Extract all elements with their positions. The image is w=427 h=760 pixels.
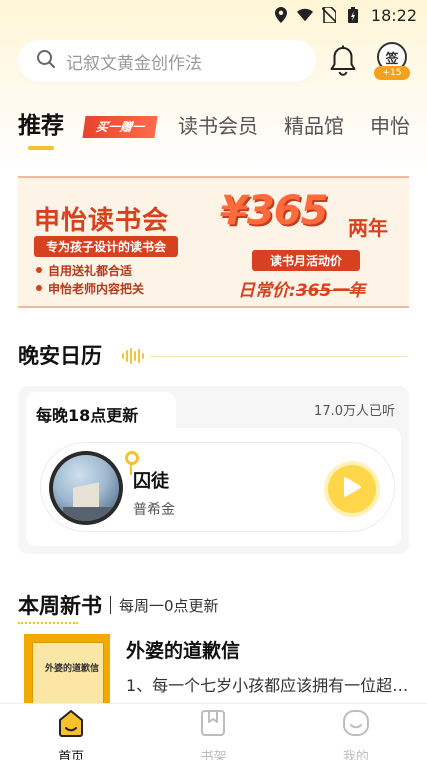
checkin-button[interactable]: 签 +15 — [374, 42, 410, 80]
location-icon — [273, 7, 289, 23]
nav-home[interactable]: 首页 — [0, 704, 142, 760]
no-sim-icon — [321, 7, 337, 23]
banner-bullet: 申怡老师内容把关 — [35, 282, 145, 296]
search-placeholder: 记叙文黄金创作法 — [66, 53, 202, 74]
nav-bookshelf-label: 书架 — [200, 750, 227, 760]
nav-bookshelf[interactable]: 书架 — [142, 704, 284, 760]
listen-count: 17.0万人已听 — [314, 404, 395, 419]
promo-banner[interactable]: 申怡读书会 专为孩子设计的读书会 自用送礼都合适 申怡老师内容把关 ¥365 两… — [18, 176, 409, 308]
tab-premium[interactable]: 精品馆 — [284, 108, 344, 144]
new-books-subtitle: 每周一0点更新 — [119, 596, 219, 615]
bottom-navigation: 首页 书架 我的 — [0, 703, 427, 760]
book-description: 1、每一个七岁小孩都应该拥有一位超级外婆 — [126, 676, 410, 695]
tab-buy-one-get-one[interactable]: 买一赠一 — [82, 116, 158, 138]
search-icon — [36, 49, 56, 73]
banner-title: 申怡读书会 — [34, 206, 170, 236]
title-divider — [110, 596, 111, 614]
status-bar: 18:22 — [0, 0, 427, 30]
track-title: 囚徒 — [133, 471, 169, 492]
music-note-icon — [125, 451, 139, 465]
goodnight-calendar-card: 每晚18点更新 17.0万人已听 囚徒 普希金 — [18, 386, 409, 554]
tab-recommend[interactable]: 推荐 — [18, 108, 64, 150]
banner-price: ¥365 — [220, 188, 328, 234]
smile-icon — [341, 708, 371, 742]
search-input[interactable]: 记叙文黄金创作法 — [18, 40, 316, 82]
banner-activity-label: 读书月活动价 — [252, 250, 361, 271]
calendar-update-label: 每晚18点更新 — [36, 402, 139, 426]
notification-bell-button[interactable] — [328, 45, 358, 77]
play-icon — [343, 477, 361, 501]
daily-price-prefix: 日常价: — [238, 281, 296, 301]
nav-home-label: 首页 — [58, 750, 85, 760]
album-cover — [49, 451, 123, 525]
section-divider — [150, 356, 408, 357]
battery-charging-icon — [345, 7, 361, 23]
home-icon — [56, 708, 86, 742]
track-author: 普希金 — [133, 502, 175, 518]
checkin-points-badge: +15 — [374, 66, 410, 80]
tab-shenyi[interactable]: 申怡 — [370, 108, 410, 144]
new-books-title: 本周新书 — [18, 590, 102, 624]
tab-reading-membership[interactable]: 读书会员 — [178, 108, 258, 144]
wifi-icon — [296, 7, 313, 23]
banner-daily-price: 日常价:365一年 — [238, 276, 365, 301]
album-cover-image — [53, 455, 119, 521]
daily-price-value: 365一年 — [295, 281, 366, 301]
audio-wave-icon — [122, 348, 144, 364]
clock: 18:22 — [370, 5, 417, 25]
book-cover-title: 外婆的道歉信 — [45, 664, 100, 674]
nav-profile[interactable]: 我的 — [285, 704, 427, 760]
banner-subtitle: 专为孩子设计的读书会 — [34, 236, 179, 257]
nav-profile-label: 我的 — [342, 750, 369, 760]
goodnight-calendar-title: 晚安日历 — [18, 344, 102, 368]
banner-price-unit: 两年 — [348, 216, 388, 240]
category-tabs: 推荐 买一赠一 读书会员 精品馆 申怡 — [18, 108, 427, 152]
play-button[interactable] — [328, 465, 376, 513]
music-note-stem — [130, 463, 132, 475]
bell-icon — [328, 45, 358, 81]
audio-player[interactable]: 囚徒 普希金 — [40, 442, 395, 532]
book-cover[interactable]: 外婆的道歉信 — [24, 634, 110, 714]
bookshelf-icon — [199, 708, 227, 742]
calendar-inner: 囚徒 普希金 — [26, 428, 401, 546]
book-title[interactable]: 外婆的道歉信 — [126, 636, 240, 663]
banner-price-block: ¥365 两年 读书月活动价 日常价:365一年 — [218, 188, 404, 301]
new-books-header: 本周新书 每周一0点更新 — [18, 590, 219, 624]
banner-bullet: 自用送礼都合适 — [35, 264, 133, 278]
